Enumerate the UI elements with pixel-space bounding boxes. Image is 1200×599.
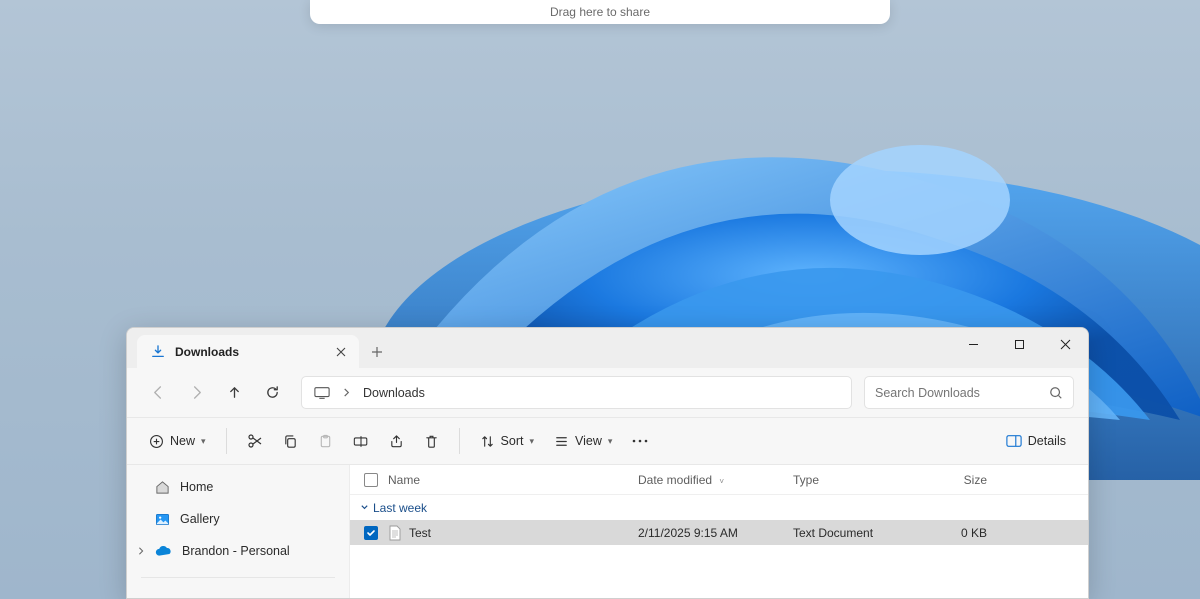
nav-label: Home — [180, 480, 213, 494]
sort-icon — [480, 434, 495, 449]
new-tab-button[interactable] — [359, 335, 395, 368]
sort-indicator-icon: ˅ — [719, 477, 724, 486]
refresh-button[interactable] — [255, 376, 289, 410]
titlebar: Downloads — [127, 328, 1088, 368]
new-label: New — [170, 434, 195, 448]
delete-button[interactable] — [416, 424, 447, 458]
copy-button[interactable] — [275, 424, 306, 458]
file-modified: 2/11/2025 9:15 AM — [638, 526, 793, 540]
details-pane-button[interactable]: Details — [998, 424, 1074, 458]
sort-label: Sort — [501, 434, 524, 448]
chevron-down-icon: ▾ — [608, 436, 613, 447]
gallery-icon — [155, 512, 170, 527]
back-button[interactable] — [141, 376, 175, 410]
chevron-down-icon — [360, 503, 369, 512]
nav-item-personal[interactable]: Brandon - Personal — [127, 535, 349, 567]
nav-item-gallery[interactable]: Gallery — [127, 503, 349, 535]
select-all-checkbox[interactable] — [364, 473, 378, 487]
more-button[interactable] — [624, 424, 656, 458]
chevron-down-icon: ▾ — [529, 436, 534, 447]
text-file-icon — [388, 525, 402, 541]
group-header[interactable]: Last week — [350, 495, 1088, 520]
column-name[interactable]: Name — [388, 473, 638, 487]
content-area: Home Gallery Brandon - Personal — [127, 465, 1088, 598]
list-pane: Name Date modified ˅ Type Size Last week — [350, 465, 1088, 598]
share-icon — [389, 434, 404, 449]
onedrive-icon — [155, 545, 172, 557]
address-bar[interactable]: Downloads — [301, 376, 852, 409]
rename-button[interactable] — [345, 424, 377, 458]
nav-label: Brandon - Personal — [182, 544, 290, 558]
tab-title: Downloads — [175, 345, 239, 359]
ellipsis-icon — [632, 439, 648, 443]
new-button[interactable]: New ▾ — [141, 424, 214, 458]
nav-label: Gallery — [180, 512, 220, 526]
column-size[interactable]: Size — [921, 473, 1001, 487]
up-button[interactable] — [217, 376, 251, 410]
trash-icon — [424, 434, 439, 449]
close-window-button[interactable] — [1042, 328, 1088, 360]
row-checkbox[interactable] — [364, 526, 378, 540]
chevron-right-icon[interactable] — [137, 547, 145, 555]
column-headers: Name Date modified ˅ Type Size — [350, 465, 1088, 495]
search-input[interactable] — [875, 386, 1041, 400]
chevron-down-icon: ▾ — [201, 436, 206, 447]
file-size: 0 KB — [921, 526, 1001, 540]
cut-button[interactable] — [239, 424, 271, 458]
home-icon — [155, 480, 170, 495]
download-icon — [151, 345, 165, 359]
maximize-button[interactable] — [996, 328, 1042, 360]
nav-item-home[interactable]: Home — [127, 471, 349, 503]
close-tab-button[interactable] — [333, 344, 349, 360]
drag-share-label: Drag here to share — [550, 5, 650, 19]
copy-icon — [283, 434, 298, 449]
tab-downloads[interactable]: Downloads — [137, 335, 359, 368]
share-button[interactable] — [381, 424, 412, 458]
clipboard-icon — [318, 434, 333, 449]
rename-icon — [353, 434, 369, 449]
column-modified[interactable]: Date modified ˅ — [638, 473, 793, 487]
plus-circle-icon — [149, 434, 164, 449]
drag-share-bar[interactable]: Drag here to share — [310, 0, 890, 24]
view-button[interactable]: View ▾ — [546, 424, 620, 458]
file-type: Text Document — [793, 526, 921, 540]
details-pane-icon — [1006, 434, 1022, 448]
address-row: Downloads — [127, 368, 1088, 417]
search-icon — [1049, 386, 1063, 400]
chevron-right-icon[interactable] — [342, 388, 351, 397]
toolbar: New ▾ Sort ▾ View ▾ — [127, 417, 1088, 465]
breadcrumb-location[interactable]: Downloads — [357, 382, 431, 404]
view-label: View — [575, 434, 602, 448]
file-explorer-window: Downloads — [126, 327, 1089, 599]
list-icon — [554, 434, 569, 449]
forward-button[interactable] — [179, 376, 213, 410]
search-box[interactable] — [864, 376, 1074, 409]
minimize-button[interactable] — [950, 328, 996, 360]
scissors-icon — [247, 433, 263, 449]
column-type[interactable]: Type — [793, 473, 921, 487]
paste-button[interactable] — [310, 424, 341, 458]
details-label: Details — [1028, 434, 1066, 448]
navigation-pane: Home Gallery Brandon - Personal — [127, 465, 350, 598]
group-label: Last week — [373, 501, 427, 515]
this-pc-icon[interactable] — [308, 382, 336, 404]
table-row[interactable]: Test 2/11/2025 9:15 AM Text Document 0 K… — [350, 520, 1088, 545]
sort-button[interactable]: Sort ▾ — [472, 424, 542, 458]
file-name: Test — [409, 526, 431, 540]
